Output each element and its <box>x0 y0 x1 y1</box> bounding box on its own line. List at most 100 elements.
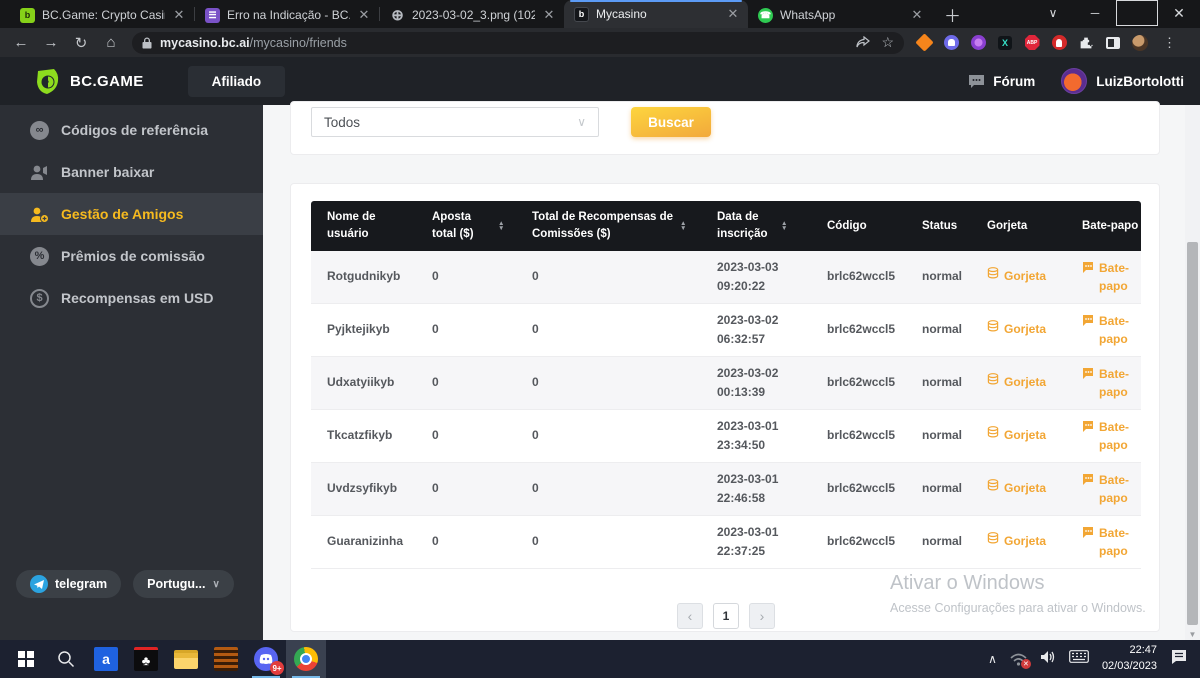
sort-icon[interactable]: ▲▼ <box>680 221 686 231</box>
chat-bubble-icon <box>1082 473 1094 485</box>
taskbar-file-explorer-icon[interactable] <box>166 640 206 678</box>
sidebar-item-usd-rewards[interactable]: $ Recompensas em USD <box>0 277 263 319</box>
sidebar-item-commission-rewards[interactable]: % Prêmios de comissão <box>0 235 263 277</box>
coins-icon <box>987 320 999 332</box>
share-icon[interactable] <box>855 36 871 50</box>
taskbar-chrome-icon[interactable] <box>286 640 326 678</box>
red-hand-extension-icon[interactable] <box>1051 35 1067 51</box>
user-menu[interactable]: LuizBortolotti <box>1061 68 1184 94</box>
tab-close-icon[interactable]: ✕ <box>542 7 556 23</box>
profile-avatar[interactable] <box>1132 35 1148 51</box>
tab-title: Erro na Indicação - BC.Game <box>227 8 350 22</box>
back-button[interactable]: ← <box>6 34 36 51</box>
col-header-tip: Gorjeta <box>987 218 1027 235</box>
col-header-username: Nome de usuário <box>327 209 393 242</box>
reload-button[interactable]: ↻ <box>66 34 96 52</box>
cell-bet-total: 0 <box>416 532 516 551</box>
metamask-extension-icon[interactable] <box>916 35 932 51</box>
sidebar-item-label: Recompensas em USD <box>61 290 214 306</box>
taskbar-amd-app-icon[interactable]: a <box>86 640 126 678</box>
scrollbar-down-arrow[interactable]: ▼ <box>1185 630 1200 639</box>
browser-toolbar: ← → ↻ ⌂ mycasino.bc.ai/mycasino/friends … <box>0 28 1200 57</box>
bookmark-star-icon[interactable]: ☆ <box>881 34 894 51</box>
sidebar-item-friends-management[interactable]: Gestão de Amigos <box>0 193 263 235</box>
forward-button[interactable]: → <box>36 34 66 51</box>
sidebar-item-label: Banner baixar <box>61 164 154 180</box>
sidebar-item-referral-codes[interactable]: ∞ Códigos de referência <box>0 109 263 151</box>
forum-link[interactable]: Fórum <box>968 74 1035 89</box>
phantom-extension-icon[interactable] <box>943 35 959 51</box>
new-tab-button[interactable]: ＋ <box>944 2 961 27</box>
sort-icon[interactable]: ▲▼ <box>781 221 787 231</box>
prev-page-button[interactable]: ‹ <box>677 603 703 629</box>
cell-commission: 0 <box>516 373 701 392</box>
tab-png-image[interactable]: ⊕ 2023-03-02_3.png (1024×76 ✕ <box>380 2 564 28</box>
sort-icon[interactable]: ▲▼ <box>498 221 504 231</box>
chat-link[interactable]: Bate-papo <box>1066 312 1141 348</box>
forum-chat-icon <box>968 74 985 89</box>
tip-link[interactable]: Gorjeta <box>971 320 1066 339</box>
side-panel-icon[interactable] <box>1105 35 1121 51</box>
language-selector[interactable]: Portugu... ∨ <box>133 570 234 598</box>
chat-link[interactable]: Bate-papo <box>1066 365 1141 401</box>
tip-link[interactable]: Gorjeta <box>971 373 1066 392</box>
cell-signup-date: 2023-03-01 23:34:50 <box>701 417 811 455</box>
chat-bubble-icon <box>1082 420 1094 432</box>
tab-close-icon[interactable]: ✕ <box>172 7 186 23</box>
page-scrollbar[interactable]: ▼ <box>1185 105 1200 640</box>
network-icon[interactable]: ✕ <box>1010 653 1027 666</box>
tab-mycasino-active[interactable]: b Mycasino ✕ <box>564 0 748 28</box>
taskbar-search-icon[interactable] <box>46 640 86 678</box>
chat-link[interactable]: Bate-papo <box>1066 471 1141 507</box>
cell-commission: 0 <box>516 426 701 445</box>
taskbar-game-app-icon[interactable] <box>206 640 246 678</box>
address-bar[interactable]: mycasino.bc.ai/mycasino/friends ☆ <box>132 32 904 54</box>
chat-link[interactable]: Bate-papo <box>1066 418 1141 454</box>
friends-table-card: Nome de usuário Aposta total ($)▲▼ Total… <box>290 183 1160 632</box>
taskbar-discord-icon[interactable]: 9+ <box>246 640 286 678</box>
chat-link[interactable]: Bate-papo <box>1066 259 1141 295</box>
extensions-puzzle-icon[interactable] <box>1078 35 1094 51</box>
x-dark-extension-icon[interactable]: X <box>997 35 1013 51</box>
tip-link[interactable]: Gorjeta <box>971 267 1066 286</box>
taskbar-clock[interactable]: 22:47 02/03/2023 <box>1102 643 1157 675</box>
window-minimize-button[interactable]: ─ <box>1074 0 1116 26</box>
tab-close-icon[interactable]: ✕ <box>910 7 924 23</box>
window-maximize-button[interactable] <box>1116 0 1158 26</box>
telegram-button[interactable]: telegram <box>16 570 121 598</box>
tray-chevron-up-icon[interactable]: ∧ <box>988 652 997 666</box>
tab-search-chevron-icon[interactable]: ∨ <box>1032 0 1074 26</box>
tab-bcgame-casino[interactable]: b BC.Game: Crypto Casino Gam ✕ <box>10 2 194 28</box>
coins-icon <box>987 532 999 544</box>
search-button[interactable]: Buscar <box>631 107 711 137</box>
tab-close-icon[interactable]: ✕ <box>726 6 740 22</box>
scrollbar-thumb[interactable] <box>1187 242 1198 625</box>
start-button[interactable] <box>6 640 46 678</box>
bcgame-brand[interactable]: BC.GAME <box>34 68 144 95</box>
tip-link[interactable]: Gorjeta <box>971 479 1066 498</box>
action-center-icon[interactable] <box>1170 649 1188 670</box>
purple-swirl-extension-icon[interactable] <box>970 35 986 51</box>
volume-icon[interactable] <box>1040 650 1056 669</box>
current-page[interactable]: 1 <box>713 603 739 629</box>
affiliate-nav-button[interactable]: Afiliado <box>188 66 286 97</box>
watermark-title: Ativar o Windows <box>890 572 1146 595</box>
browser-menu-icon[interactable]: ⋮ <box>1163 35 1176 51</box>
keyboard-icon[interactable] <box>1069 650 1089 668</box>
window-close-button[interactable]: ✕ <box>1158 0 1200 26</box>
next-page-button[interactable]: › <box>749 603 775 629</box>
home-button[interactable]: ⌂ <box>96 34 126 51</box>
tip-link[interactable]: Gorjeta <box>971 426 1066 445</box>
chat-link[interactable]: Bate-papo <box>1066 524 1141 560</box>
tab-close-icon[interactable]: ✕ <box>357 7 371 23</box>
tab-erro-indicacao[interactable]: ☰ Erro na Indicação - BC.Game ✕ <box>195 2 379 28</box>
bcgame-logo-icon <box>34 68 61 95</box>
adblock-plus-extension-icon[interactable]: ABP <box>1024 35 1040 51</box>
tip-link[interactable]: Gorjeta <box>971 532 1066 551</box>
table-row: Udxatyiikyb 0 0 2023-03-02 00:13:39 brlc… <box>311 357 1141 410</box>
taskbar-casino-app-icon[interactable]: ♣ <box>126 640 166 678</box>
chat-bubble-icon <box>1082 314 1094 326</box>
friend-type-select[interactable]: Todos ∨ <box>311 107 599 137</box>
tab-whatsapp[interactable]: ☎ WhatsApp ✕ <box>748 2 932 28</box>
sidebar-item-banner-download[interactable]: Banner baixar <box>0 151 263 193</box>
